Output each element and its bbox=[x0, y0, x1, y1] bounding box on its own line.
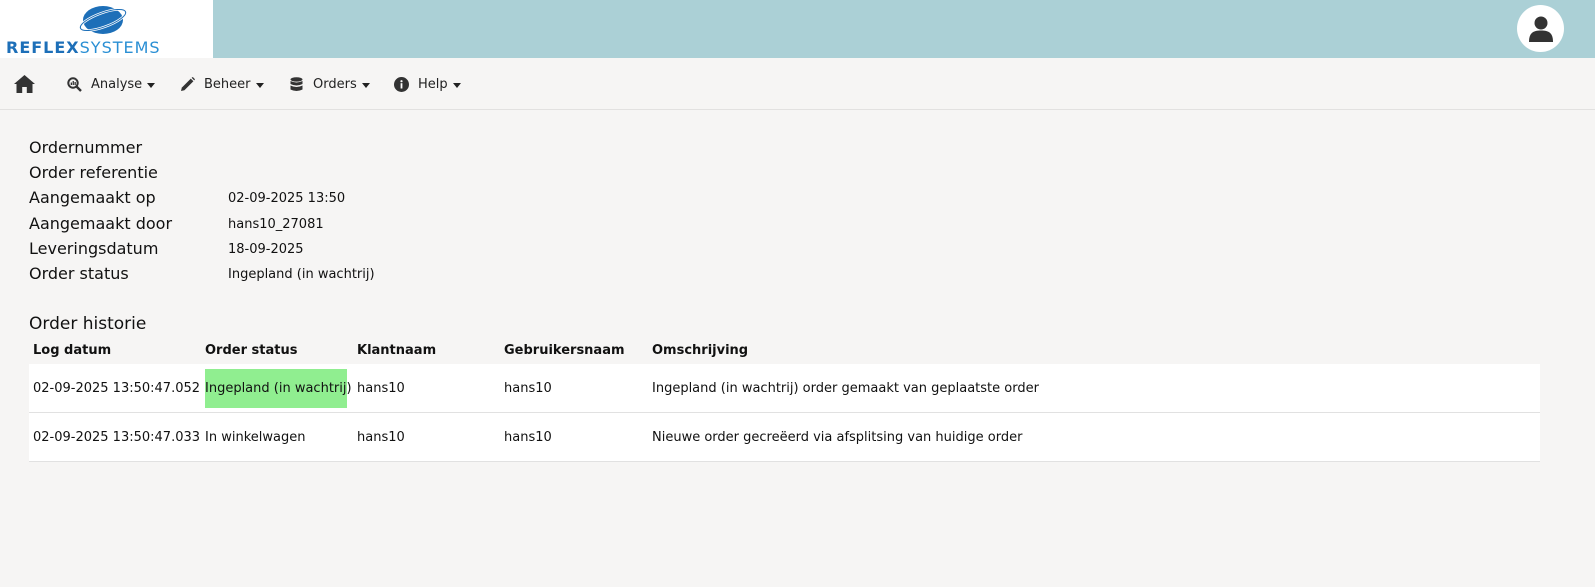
logo-wordmark: REFLEXSYSTEMS bbox=[6, 38, 161, 57]
logo-text-part2: SYSTEMS bbox=[79, 38, 161, 57]
chevron-down-icon bbox=[361, 82, 370, 88]
nav-analyse-label: Analyse bbox=[91, 76, 143, 92]
info-icon bbox=[393, 76, 409, 92]
cell-klantnaam: hans10 bbox=[357, 381, 405, 396]
field-label-aangemaakt-op: Aangemaakt op bbox=[29, 188, 156, 207]
home-icon bbox=[14, 75, 35, 93]
cell-order-status: Ingepland (in wachtrij) bbox=[205, 381, 352, 396]
field-value-aangemaakt-op: 02-09-2025 13:50 bbox=[228, 191, 346, 206]
cell-gebruikersnaam: hans10 bbox=[504, 430, 552, 445]
order-history-title: Order historie bbox=[29, 314, 147, 334]
logo-text-part1: REFLEX bbox=[6, 38, 80, 57]
column-header-omschrijving: Omschrijving bbox=[652, 343, 749, 358]
field-label-order-referentie: Order referentie bbox=[29, 163, 158, 182]
nav-beheer-label: Beheer bbox=[204, 76, 251, 92]
field-value-order-status: Ingepland (in wachtrij) bbox=[228, 267, 375, 282]
column-header-gebruikersnaam: Gebruikersnaam bbox=[504, 343, 625, 358]
nav-help[interactable]: Help bbox=[393, 58, 461, 110]
user-icon bbox=[1528, 16, 1553, 42]
top-header: REFLEXSYSTEMS bbox=[0, 0, 1595, 58]
cell-omschrijving: Ingepland (in wachtrij) order gemaakt va… bbox=[652, 381, 1039, 396]
nav-analyse[interactable]: Analyse bbox=[66, 58, 156, 110]
main-navbar: Analyse Beheer Orders Help bbox=[0, 58, 1595, 110]
field-value-aangemaakt-door: hans10_27081 bbox=[228, 217, 324, 232]
home-button[interactable] bbox=[14, 58, 35, 110]
cell-order-status: In winkelwagen bbox=[205, 430, 306, 445]
nav-orders[interactable]: Orders bbox=[288, 58, 370, 110]
analytics-icon bbox=[66, 76, 82, 92]
cell-log-datum: 02-09-2025 13:50:47.052 bbox=[33, 381, 201, 396]
column-header-order-status: Order status bbox=[205, 343, 298, 358]
field-label-aangemaakt-door: Aangemaakt door bbox=[29, 214, 173, 233]
chevron-down-icon bbox=[147, 82, 156, 88]
field-label-ordernummer: Ordernummer bbox=[29, 138, 143, 157]
nav-help-label: Help bbox=[418, 76, 448, 92]
field-label-order-status: Order status bbox=[29, 264, 129, 283]
cell-log-datum: 02-09-2025 13:50:47.033 bbox=[33, 430, 201, 445]
nav-beheer[interactable]: Beheer bbox=[179, 58, 264, 110]
column-header-klantnaam: Klantnaam bbox=[357, 343, 437, 358]
nav-orders-label: Orders bbox=[313, 76, 357, 92]
table-row: 02-09-2025 13:50:47.052 Ingepland (in wa… bbox=[29, 364, 1540, 413]
field-label-leveringsdatum: Leveringsdatum bbox=[29, 239, 159, 258]
table-row: 02-09-2025 13:50:47.033 In winkelwagen h… bbox=[29, 413, 1540, 462]
logo-globe-icon bbox=[79, 6, 127, 34]
cell-gebruikersnaam: hans10 bbox=[504, 381, 552, 396]
chevron-down-icon bbox=[452, 82, 461, 88]
column-header-log-datum: Log datum bbox=[33, 343, 112, 358]
cell-omschrijving: Nieuwe order gecreëerd via afsplitsing v… bbox=[652, 430, 1023, 445]
field-value-leveringsdatum: 18-09-2025 bbox=[228, 242, 304, 257]
pencil-icon bbox=[179, 76, 195, 92]
database-icon bbox=[288, 76, 304, 92]
chevron-down-icon bbox=[255, 82, 264, 88]
cell-klantnaam: hans10 bbox=[357, 430, 405, 445]
user-avatar-button[interactable] bbox=[1517, 5, 1564, 52]
logo[interactable]: REFLEXSYSTEMS bbox=[0, 0, 213, 58]
